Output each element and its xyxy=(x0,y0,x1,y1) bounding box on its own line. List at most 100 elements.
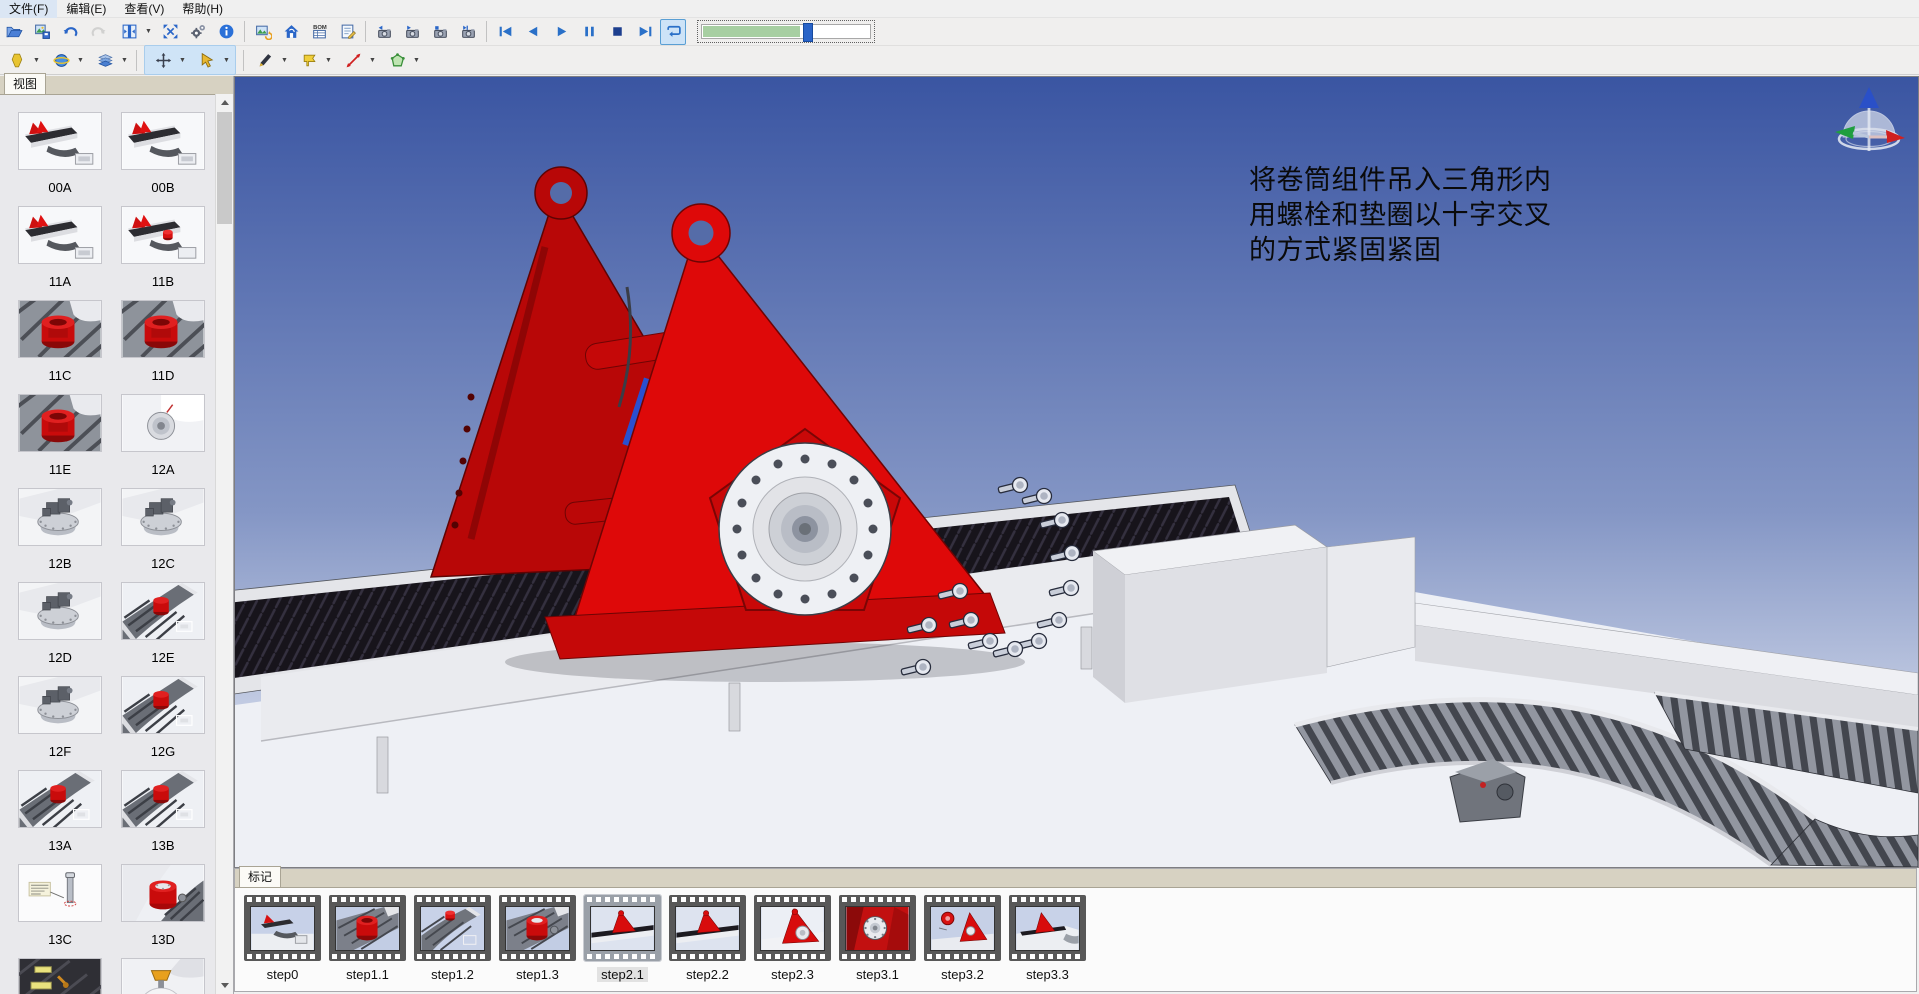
view-thumb-partial-18[interactable] xyxy=(18,958,102,994)
orbit-view-icon xyxy=(53,52,70,69)
view-thumb-12A[interactable]: 12A xyxy=(121,394,205,488)
film-sprockets xyxy=(927,897,998,902)
tab-views[interactable]: 视图 xyxy=(4,73,46,94)
step-thumb-label: step1.2 xyxy=(427,967,478,982)
callout-flag-button[interactable] xyxy=(296,47,322,73)
camera-next-button[interactable] xyxy=(455,19,481,45)
loop-button[interactable] xyxy=(660,19,686,45)
sidebar-scrollbar[interactable] xyxy=(215,94,233,994)
scrollbar-thumb[interactable] xyxy=(217,112,232,224)
dropdown-arrow-icon[interactable]: ▼ xyxy=(368,57,377,64)
redo-button[interactable] xyxy=(85,19,111,45)
polygon-tool-button[interactable] xyxy=(384,47,410,73)
step-thumb-step2.3[interactable]: step2.3 xyxy=(754,895,831,982)
step-thumb-image xyxy=(1015,906,1080,951)
move-tool-button[interactable] xyxy=(150,47,176,73)
view-thumb-12B[interactable]: 12B xyxy=(18,488,102,582)
dropdown-arrow-icon[interactable]: ▼ xyxy=(280,57,289,64)
settings-gears-button[interactable] xyxy=(185,19,211,45)
jump-end-button[interactable] xyxy=(632,19,658,45)
menu-item-1[interactable]: 编辑(E) xyxy=(57,0,115,18)
dropdown-arrow-icon[interactable]: ▼ xyxy=(144,28,153,35)
step-thumb-step3.2[interactable]: step3.2 xyxy=(924,895,1001,982)
play-button[interactable] xyxy=(548,19,574,45)
view-thumb-12D[interactable]: 12D xyxy=(18,582,102,676)
jump-start-button[interactable] xyxy=(492,19,518,45)
dropdown-arrow-icon[interactable]: ▼ xyxy=(76,57,85,64)
callout-flag-icon xyxy=(301,52,318,69)
image-refresh-button[interactable] xyxy=(250,19,276,45)
notes-button[interactable] xyxy=(334,19,360,45)
step-thumb-step3.3[interactable]: step3.3 xyxy=(1009,895,1086,982)
fit-view-button[interactable] xyxy=(157,19,183,45)
scroll-up-icon[interactable] xyxy=(216,94,233,111)
dropdown-arrow-icon[interactable]: ▼ xyxy=(178,57,187,64)
animation-timeline[interactable] xyxy=(701,24,871,39)
menu-item-2[interactable]: 查看(V) xyxy=(115,0,173,18)
view-thumb-11A[interactable]: 11A xyxy=(18,206,102,300)
step-thumb-step1.2[interactable]: step1.2 xyxy=(414,895,491,982)
view-thumb-13C[interactable]: 13C xyxy=(18,864,102,958)
step-thumb-step0[interactable]: step0 xyxy=(244,895,321,982)
image-refresh-icon xyxy=(255,23,272,40)
view-thumb-00A[interactable]: 00A xyxy=(18,112,102,206)
timeline-handle[interactable] xyxy=(803,23,813,42)
view-thumb-11D[interactable]: 11D xyxy=(121,300,205,394)
view-thumb-image xyxy=(121,206,205,264)
view-thumb-image xyxy=(18,206,102,264)
layers-button[interactable] xyxy=(92,47,118,73)
home-refresh-button[interactable] xyxy=(278,19,304,45)
scroll-down-icon[interactable] xyxy=(216,977,233,994)
pen-tool-button[interactable] xyxy=(252,47,278,73)
viewport-3d[interactable]: 将卷筒组件吊入三角形内 用螺栓和垫圈以十字交叉 的方式紧固紧固 xyxy=(234,76,1919,868)
view-thumb-image xyxy=(18,300,102,358)
step-thumb-step1.1[interactable]: step1.1 xyxy=(329,895,406,982)
film-sprockets xyxy=(1012,954,1083,959)
camera-play-button[interactable] xyxy=(399,19,425,45)
window-switch-button[interactable] xyxy=(116,19,142,45)
open-folder-button[interactable] xyxy=(1,19,27,45)
view-thumb-13B[interactable]: 13B xyxy=(121,770,205,864)
dropdown-arrow-icon[interactable]: ▼ xyxy=(120,57,129,64)
step-thumb-step1.3[interactable]: step1.3 xyxy=(499,895,576,982)
dropdown-arrow-icon[interactable]: ▼ xyxy=(412,57,421,64)
dropdown-arrow-icon[interactable]: ▼ xyxy=(222,57,231,64)
menu-item-3[interactable]: 帮助(H) xyxy=(173,0,232,18)
camera-stop-button[interactable] xyxy=(427,19,453,45)
undo-button[interactable] xyxy=(57,19,83,45)
step-thumb-step3.1[interactable]: step3.1 xyxy=(839,895,916,982)
view-thumb-13A[interactable]: 13A xyxy=(18,770,102,864)
view-thumb-11E[interactable]: 11E xyxy=(18,394,102,488)
play-icon xyxy=(553,23,570,40)
stop-button[interactable] xyxy=(604,19,630,45)
step-back-button[interactable] xyxy=(520,19,546,45)
view-thumb-12F[interactable]: 12F xyxy=(18,676,102,770)
render-style-button[interactable] xyxy=(4,47,30,73)
step-thumb-step2.1[interactable]: step2.1 xyxy=(584,895,661,982)
menu-item-0[interactable]: 文件(F) xyxy=(0,0,57,18)
view-thumb-00B[interactable]: 00B xyxy=(121,112,205,206)
save-image-button[interactable] xyxy=(29,19,55,45)
tab-marks[interactable]: 标记 xyxy=(239,866,281,887)
info-button[interactable] xyxy=(213,19,239,45)
view-thumb-13D[interactable]: 13D xyxy=(121,864,205,958)
step-thumb-image xyxy=(420,906,485,951)
measure-arrow-button[interactable] xyxy=(340,47,366,73)
dropdown-arrow-icon[interactable]: ▼ xyxy=(324,57,333,64)
step-thumb-image xyxy=(675,906,740,951)
pause-button[interactable] xyxy=(576,19,602,45)
view-thumb-11C[interactable]: 11C xyxy=(18,300,102,394)
view-thumb-12C[interactable]: 12C xyxy=(121,488,205,582)
film-sprockets xyxy=(757,954,828,959)
view-thumb-partial-19[interactable] xyxy=(121,958,205,994)
orientation-compass-icon[interactable] xyxy=(1829,81,1913,165)
select-arrow-button[interactable] xyxy=(194,47,220,73)
bom-button[interactable]: BOM xyxy=(306,19,332,45)
view-thumb-12E[interactable]: 12E xyxy=(121,582,205,676)
view-thumb-11B[interactable]: 11B xyxy=(121,206,205,300)
dropdown-arrow-icon[interactable]: ▼ xyxy=(32,57,41,64)
orbit-view-button[interactable] xyxy=(48,47,74,73)
camera-prev-button[interactable] xyxy=(371,19,397,45)
step-thumb-step2.2[interactable]: step2.2 xyxy=(669,895,746,982)
view-thumb-12G[interactable]: 12G xyxy=(121,676,205,770)
